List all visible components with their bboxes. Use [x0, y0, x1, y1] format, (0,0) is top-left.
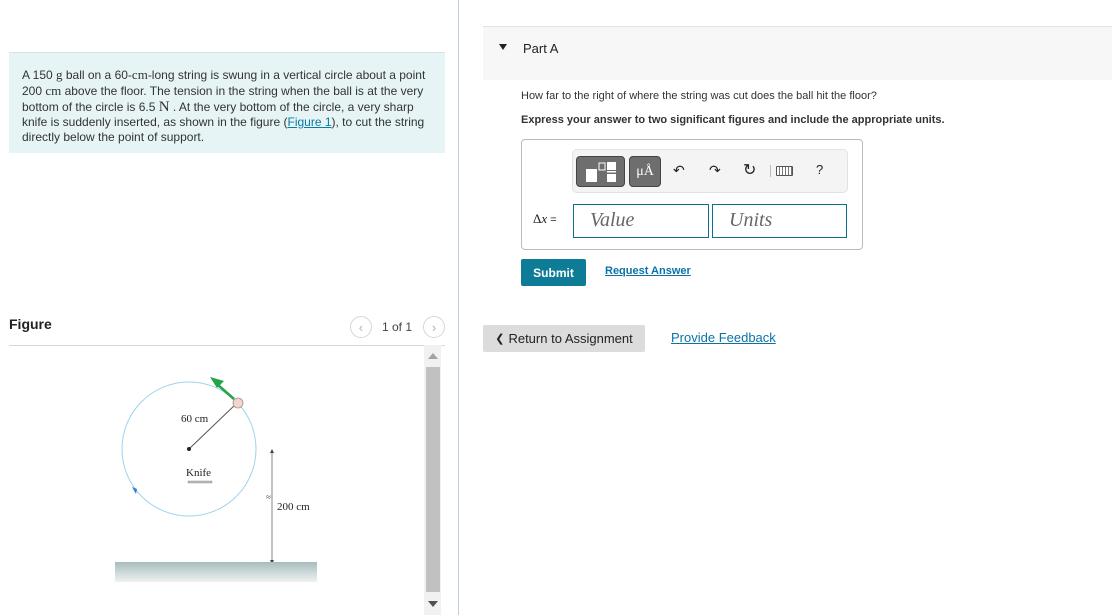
ball: [232, 397, 244, 409]
figure-pager: ‹ 1 of 1 ›: [349, 316, 445, 338]
knife-label: Knife: [186, 467, 211, 479]
reset-icon[interactable]: ↻: [743, 160, 756, 180]
math-toolbar: μÅ ↶ ↷ ↻ ?: [572, 149, 848, 193]
equals-sign: =: [547, 214, 557, 226]
request-answer-link[interactable]: Request Answer: [605, 265, 691, 277]
problem-panel: A 150 g ball on a 60-cm-long string is s…: [0, 0, 458, 615]
problem-text: ball on a 60-: [62, 68, 132, 82]
figure-title: Figure: [9, 316, 52, 332]
part-a-header[interactable]: Part A: [483, 26, 1112, 80]
return-label: Return to Assignment: [508, 331, 633, 346]
problem-text: A 150: [22, 68, 57, 82]
toolbar-separator: [770, 165, 771, 177]
pager-text: 1 of 1: [381, 320, 412, 334]
problem-statement: A 150 g ball on a 60-cm-long string is s…: [9, 52, 445, 153]
chevron-left-icon[interactable]: ‹: [349, 316, 372, 338]
part-title: Part A: [523, 41, 559, 56]
height-label: 200 cm: [277, 501, 310, 513]
templates-icon: [585, 161, 616, 182]
unit-newton: N: [158, 98, 170, 115]
pivot-point: [187, 447, 191, 451]
variable-label: Δx =: [533, 211, 557, 227]
return-to-assignment-button[interactable]: ❮ Return to Assignment: [483, 325, 645, 352]
break-mark: ≈: [266, 492, 271, 502]
undo-icon[interactable]: ↶: [673, 162, 685, 179]
scroll-thumb[interactable]: [426, 367, 440, 592]
floor: [115, 562, 317, 582]
string: [188, 402, 238, 450]
figure-image: 60 cm Knife ≈ 200 cm: [100, 360, 340, 590]
chevron-left-icon: ❮: [495, 333, 505, 345]
figure-header: Figure ‹ 1 of 1 ›: [9, 313, 445, 346]
help-icon[interactable]: ?: [816, 162, 823, 177]
units-button[interactable]: μÅ: [629, 156, 661, 187]
units-input[interactable]: Units: [712, 204, 847, 238]
submit-button[interactable]: Submit: [521, 259, 586, 286]
answer-box: μÅ ↶ ↷ ↻ ? Δx = Value Units: [521, 139, 863, 250]
redo-icon[interactable]: ↷: [709, 162, 721, 179]
question-text: How far to the right of where the string…: [521, 90, 877, 102]
panel-divider[interactable]: [458, 0, 459, 615]
velocity-arrow-shaft: [217, 384, 235, 400]
provide-feedback-link[interactable]: Provide Feedback: [671, 330, 776, 345]
caret-down-icon[interactable]: [499, 44, 507, 50]
physics-diagram: 60 cm Knife ≈ 200 cm: [115, 377, 317, 582]
templates-button[interactable]: [576, 156, 625, 187]
knife-icon: [187, 480, 213, 484]
chevron-right-icon[interactable]: ›: [423, 316, 445, 338]
value-input[interactable]: Value: [573, 204, 709, 238]
unit-cm: cm: [131, 67, 148, 82]
figure-link[interactable]: Figure 1: [287, 115, 331, 129]
figure-scrollbar[interactable]: [424, 345, 441, 615]
radius-label: 60 cm: [181, 413, 209, 425]
instruction-text: Express your answer to two significant f…: [521, 114, 945, 126]
unit-cm: cm: [45, 83, 62, 99]
scroll-up-arrow-icon[interactable]: [428, 353, 438, 359]
scroll-down-arrow-icon[interactable]: [428, 601, 438, 607]
keyboard-icon[interactable]: [776, 166, 793, 176]
direction-marker: [132, 487, 137, 494]
